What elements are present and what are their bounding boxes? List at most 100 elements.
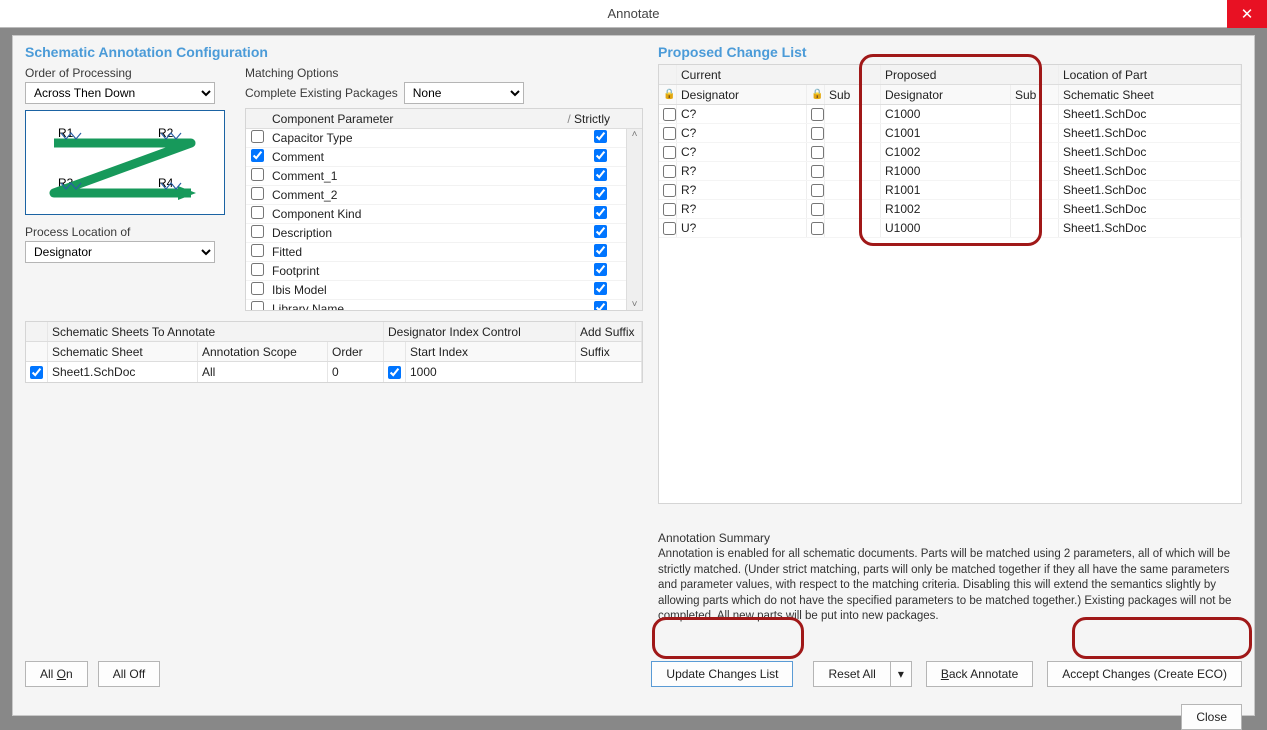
change-row[interactable]: R?R1000Sheet1.SchDoc: [659, 162, 1241, 181]
close-button[interactable]: Close: [1181, 704, 1242, 730]
change-sub-check[interactable]: [811, 222, 824, 235]
summary-text: Annotation is enabled for all schematic …: [658, 547, 1242, 625]
change-lock-check[interactable]: [663, 146, 676, 159]
th-sheet[interactable]: Schematic Sheet: [1059, 85, 1241, 104]
change-lock-check[interactable]: [663, 108, 676, 121]
update-changes-button[interactable]: Update Changes List: [651, 661, 793, 687]
sheets-sub-scope[interactable]: Annotation Scope: [198, 342, 328, 361]
change-sub-check[interactable]: [811, 184, 824, 197]
location-sheet: Sheet1.SchDoc: [1059, 124, 1241, 142]
process-select[interactable]: Designator: [25, 241, 215, 263]
param-row[interactable]: Description: [246, 224, 642, 243]
param-row[interactable]: Fitted: [246, 243, 642, 262]
button-row: All On All Off Update Changes List Reset…: [25, 661, 1242, 687]
param-th-strict[interactable]: Strictly: [574, 112, 626, 126]
client-area: Schematic Annotation Configuration Order…: [12, 35, 1255, 716]
param-check[interactable]: [251, 187, 264, 200]
th-location[interactable]: Location of Part: [1059, 65, 1241, 84]
matching-label: Matching Options: [245, 66, 643, 80]
sheets-sub-sheet[interactable]: Schematic Sheet: [48, 342, 198, 361]
sheet-start: 1000: [406, 362, 576, 382]
th-cur-sub[interactable]: Sub: [825, 85, 881, 104]
th-cur-desig[interactable]: Designator: [677, 85, 807, 104]
location-sheet: Sheet1.SchDoc: [1059, 143, 1241, 161]
param-row[interactable]: Library Name: [246, 300, 642, 311]
change-sub-check[interactable]: [811, 203, 824, 216]
param-row[interactable]: Comment_2: [246, 186, 642, 205]
change-row[interactable]: R?R1001Sheet1.SchDoc: [659, 181, 1241, 200]
param-check[interactable]: [251, 149, 264, 162]
param-strict-check[interactable]: [594, 244, 607, 257]
param-strict-check[interactable]: [594, 263, 607, 276]
change-lock-check[interactable]: [663, 165, 676, 178]
change-lock-check[interactable]: [663, 203, 676, 216]
start-index-check[interactable]: [388, 366, 401, 379]
current-sub: [825, 219, 881, 237]
order-select[interactable]: Across Then Down: [25, 82, 215, 104]
current-sub: [825, 124, 881, 142]
sheets-h1[interactable]: Schematic Sheets To Annotate: [48, 322, 384, 341]
change-lock-check[interactable]: [663, 127, 676, 140]
param-strict-check[interactable]: [594, 225, 607, 238]
process-label: Process Location of: [25, 225, 235, 239]
param-row[interactable]: Footprint: [246, 262, 642, 281]
th-prop-desig[interactable]: Designator: [881, 85, 1011, 104]
param-name: Capacitor Type: [268, 131, 574, 145]
change-sub-check[interactable]: [811, 165, 824, 178]
param-row[interactable]: Capacitor Type: [246, 129, 642, 148]
accept-changes-button[interactable]: Accept Changes (Create ECO): [1047, 661, 1242, 687]
param-th-name[interactable]: Component Parameter: [268, 112, 564, 126]
change-sub-check[interactable]: [811, 108, 824, 121]
th-prop-sub[interactable]: Sub: [1011, 85, 1059, 104]
change-row[interactable]: C?C1001Sheet1.SchDoc: [659, 124, 1241, 143]
all-off-button[interactable]: All Off: [98, 661, 160, 687]
complete-packages-select[interactable]: None: [404, 82, 524, 104]
window-close-button[interactable]: ✕: [1227, 0, 1267, 28]
sheet-row-check[interactable]: [30, 366, 43, 379]
param-check[interactable]: [251, 130, 264, 143]
param-name: Description: [268, 226, 574, 240]
param-scrollbar[interactable]: ˄ ˅: [626, 129, 642, 310]
param-check[interactable]: [251, 168, 264, 181]
change-row[interactable]: R?R1002Sheet1.SchDoc: [659, 200, 1241, 219]
back-annotate-button[interactable]: Back Annotate: [926, 661, 1033, 687]
sheet-row[interactable]: Sheet1.SchDoc All 0 1000: [26, 362, 642, 382]
th-proposed[interactable]: Proposed: [881, 65, 1059, 84]
reset-all-dropdown[interactable]: ▾: [890, 661, 912, 687]
th-current[interactable]: Current: [677, 65, 881, 84]
param-strict-check[interactable]: [594, 187, 607, 200]
all-on-button[interactable]: All On: [25, 661, 88, 687]
param-check[interactable]: [251, 301, 264, 311]
change-lock-check[interactable]: [663, 184, 676, 197]
current-designator: U?: [677, 219, 807, 237]
param-strict-check[interactable]: [594, 149, 607, 162]
param-check[interactable]: [251, 244, 264, 257]
param-check[interactable]: [251, 225, 264, 238]
param-strict-check[interactable]: [594, 282, 607, 295]
param-row[interactable]: Comment_1: [246, 167, 642, 186]
sheets-h2[interactable]: Designator Index Control: [384, 322, 576, 341]
sheets-h3[interactable]: Add Suffix: [576, 322, 642, 341]
param-strict-check[interactable]: [594, 206, 607, 219]
param-row[interactable]: Component Kind: [246, 205, 642, 224]
change-sub-check[interactable]: [811, 146, 824, 159]
change-row[interactable]: U?U1000Sheet1.SchDoc: [659, 219, 1241, 238]
change-lock-check[interactable]: [663, 222, 676, 235]
sheets-sub-suffix[interactable]: Suffix: [576, 342, 642, 361]
param-check[interactable]: [251, 206, 264, 219]
change-sub-check[interactable]: [811, 127, 824, 140]
proposed-designator: C1001: [881, 124, 1011, 142]
sheets-sub-order[interactable]: Order: [328, 342, 384, 361]
reset-all-button[interactable]: Reset All: [813, 661, 889, 687]
change-row[interactable]: C?C1002Sheet1.SchDoc: [659, 143, 1241, 162]
param-strict-check[interactable]: [594, 301, 607, 311]
param-check[interactable]: [251, 263, 264, 276]
window-title: Annotate: [607, 6, 659, 21]
param-row[interactable]: Comment: [246, 148, 642, 167]
param-strict-check[interactable]: [594, 168, 607, 181]
param-row[interactable]: Ibis Model: [246, 281, 642, 300]
param-strict-check[interactable]: [594, 130, 607, 143]
param-check[interactable]: [251, 282, 264, 295]
sheets-sub-start[interactable]: Start Index: [406, 342, 576, 361]
change-row[interactable]: C?C1000Sheet1.SchDoc: [659, 105, 1241, 124]
